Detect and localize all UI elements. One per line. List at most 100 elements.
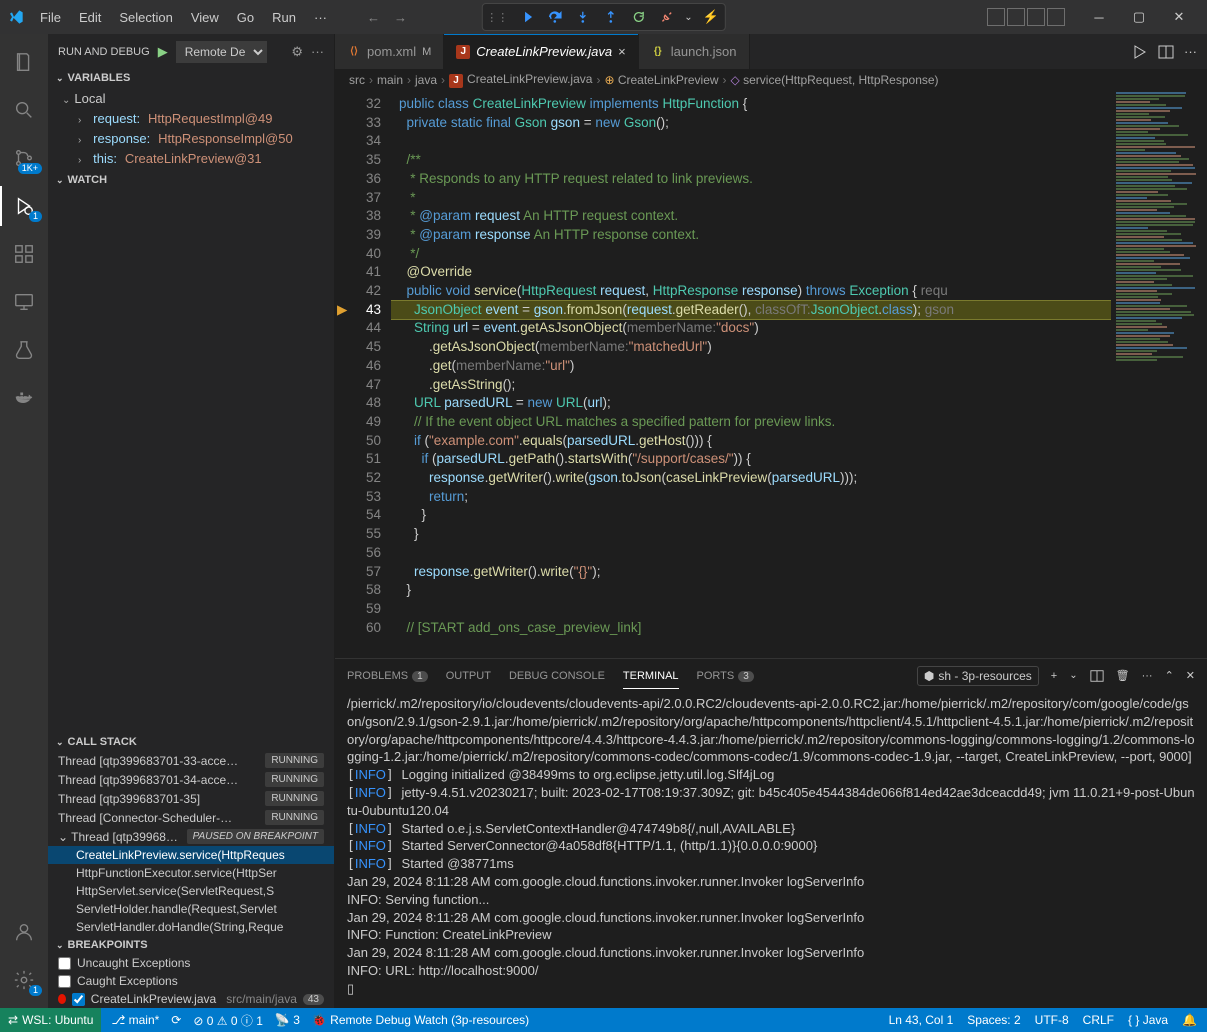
variable-row[interactable]: › this: CreateLinkPreview@31: [48, 149, 334, 169]
section-breakpoints[interactable]: ⌄BREAKPOINTS: [48, 936, 334, 954]
restart-icon[interactable]: [628, 7, 648, 27]
debug-status[interactable]: 🐞 Remote Debug Watch (3p-resources): [312, 1013, 529, 1027]
bp-caught[interactable]: Caught Exceptions: [48, 972, 334, 990]
panel-debug-console[interactable]: DEBUG CONSOLE: [509, 664, 605, 688]
encoding-indicator[interactable]: UTF-8: [1035, 1013, 1069, 1027]
drag-handle-icon[interactable]: ⋮⋮: [486, 11, 508, 24]
notifications-icon[interactable]: 🔔: [1182, 1013, 1197, 1027]
layout-right-icon[interactable]: [1027, 8, 1045, 26]
menu-run[interactable]: Run: [264, 6, 304, 29]
split-editor-icon[interactable]: [1158, 44, 1174, 60]
nav-back-icon[interactable]: ←: [363, 8, 384, 27]
language-indicator[interactable]: { } Java: [1128, 1013, 1168, 1027]
remote-explorer-icon[interactable]: [0, 282, 48, 322]
panel-terminal[interactable]: TERMINAL: [623, 664, 679, 688]
sidebar-more-icon[interactable]: ···: [311, 44, 324, 59]
stack-frame[interactable]: CreateLinkPreview.service(HttpReques: [48, 846, 334, 864]
run-file-icon[interactable]: [1132, 44, 1148, 60]
hot-reload-icon[interactable]: ⚡: [701, 7, 721, 27]
continue-icon[interactable]: [516, 7, 536, 27]
scope-local[interactable]: ⌄Local: [48, 89, 334, 109]
cursor-position[interactable]: Ln 43, Col 1: [889, 1013, 954, 1027]
section-callstack[interactable]: ⌄CALL STACK: [48, 733, 334, 751]
section-watch[interactable]: ⌄WATCH: [48, 171, 334, 189]
menu-edit[interactable]: Edit: [71, 6, 109, 29]
search-icon[interactable]: [0, 90, 48, 130]
step-over-icon[interactable]: [544, 7, 564, 27]
terminal-dropdown-icon[interactable]: ⌄: [1069, 670, 1077, 681]
panel-more-icon[interactable]: ···: [1142, 670, 1153, 682]
thread-row[interactable]: Thread [qtp399683701-34-acce…RUNNING: [48, 770, 334, 789]
minimap[interactable]: [1111, 91, 1207, 658]
problems-indicator[interactable]: ⊘ 0 ⚠ 0 ⓘ 1: [193, 1012, 263, 1029]
menu-go[interactable]: Go: [229, 6, 262, 29]
panel-problems[interactable]: PROBLEMS1: [347, 664, 428, 688]
nav-forward-icon[interactable]: →: [390, 8, 411, 27]
section-variables[interactable]: ⌄VARIABLES: [48, 69, 334, 87]
debug-dropdown-icon[interactable]: ⌄: [684, 12, 692, 23]
breadcrumb-item[interactable]: main: [377, 73, 403, 87]
menu-selection[interactable]: Selection: [111, 6, 180, 29]
debug-config-select[interactable]: Remote De: [176, 41, 267, 63]
breadcrumb-item[interactable]: JCreateLinkPreview.java: [449, 72, 592, 88]
new-terminal-icon[interactable]: +: [1051, 670, 1057, 682]
remote-indicator[interactable]: ⇄WSL: Ubuntu: [0, 1008, 101, 1032]
tab-createlinkpreview[interactable]: JCreateLinkPreview.java×: [444, 34, 638, 69]
menu-more[interactable]: ···: [306, 6, 335, 29]
tab-pom[interactable]: ⟨⟩pom.xmlM: [335, 34, 444, 69]
layout-bottom-icon[interactable]: [1007, 8, 1025, 26]
step-into-icon[interactable]: [572, 7, 592, 27]
split-terminal-icon[interactable]: [1090, 669, 1104, 683]
kill-terminal-icon[interactable]: 🗑: [1116, 669, 1130, 682]
config-gear-icon[interactable]: ⚙: [291, 44, 303, 60]
settings-gear-icon[interactable]: 1: [0, 960, 48, 1000]
panel-maximize-icon[interactable]: ⌃: [1165, 669, 1174, 682]
explorer-icon[interactable]: [0, 42, 48, 82]
panel-ports[interactable]: PORTS3: [697, 664, 754, 688]
extensions-icon[interactable]: [0, 234, 48, 274]
step-out-icon[interactable]: [600, 7, 620, 27]
stack-frame[interactable]: ServletHolder.handle(Request,Servlet: [48, 900, 334, 918]
menu-view[interactable]: View: [183, 6, 227, 29]
breadcrumb-item[interactable]: src: [349, 73, 365, 87]
eol-indicator[interactable]: CRLF: [1083, 1013, 1114, 1027]
indent-indicator[interactable]: Spaces: 2: [967, 1013, 1020, 1027]
close-icon[interactable]: ✕: [1159, 3, 1199, 31]
branch-indicator[interactable]: ⎇ main*: [111, 1013, 159, 1027]
source-control-icon[interactable]: 1K+: [0, 138, 48, 178]
stack-frame[interactable]: HttpServlet.service(ServletRequest,S: [48, 882, 334, 900]
breadcrumb-item[interactable]: ◇ service(HttpRequest, HttpResponse): [731, 73, 939, 87]
stack-frame[interactable]: ServletHandler.doHandle(String,Reque: [48, 918, 334, 936]
breadcrumbs[interactable]: src›main›java›JCreateLinkPreview.java›⊕ …: [335, 69, 1207, 91]
stack-frame[interactable]: HttpFunctionExecutor.service(HttpSer: [48, 864, 334, 882]
start-debug-icon[interactable]: ▶: [158, 44, 168, 60]
thread-row[interactable]: Thread [qtp399683701-33-acce…RUNNING: [48, 751, 334, 770]
thread-row[interactable]: Thread [qtp399683701-35]RUNNING: [48, 789, 334, 808]
thread-row[interactable]: ⌄ Thread [qtp39968…PAUSED ON BREAKPOINT: [48, 827, 334, 846]
account-icon[interactable]: [0, 912, 48, 952]
disconnect-icon[interactable]: [656, 7, 676, 27]
watch-empty[interactable]: [48, 189, 334, 733]
thread-row[interactable]: Thread [Connector-Scheduler-…RUNNING: [48, 808, 334, 827]
sync-indicator[interactable]: ⟳: [171, 1013, 181, 1027]
terminal-selector[interactable]: ⬢sh - 3p-resources: [917, 666, 1039, 686]
code-editor[interactable]: public class CreateLinkPreview implement…: [391, 91, 1111, 658]
docker-icon[interactable]: [0, 378, 48, 418]
variable-row[interactable]: › response: HttpResponseImpl@50: [48, 129, 334, 149]
maximize-icon[interactable]: ▢: [1119, 3, 1159, 31]
tab-launch[interactable]: {}launch.json: [639, 34, 750, 69]
menu-file[interactable]: File: [32, 6, 69, 29]
tab-more-icon[interactable]: ···: [1184, 44, 1197, 59]
ports-indicator[interactable]: 📡 3: [275, 1013, 300, 1027]
minimize-icon[interactable]: ─: [1079, 3, 1119, 31]
run-debug-icon[interactable]: 1: [0, 186, 48, 226]
layout-grid-icon[interactable]: [1047, 8, 1065, 26]
variable-row[interactable]: › request: HttpRequestImpl@49: [48, 109, 334, 129]
breadcrumb-item[interactable]: java: [415, 73, 437, 87]
debug-toolbar[interactable]: ⋮⋮ ⌄ ⚡: [481, 3, 725, 31]
terminal-output[interactable]: /pierrick/.m2/repository/io/cloudevents/…: [335, 692, 1207, 1008]
breadcrumb-item[interactable]: ⊕ CreateLinkPreview: [604, 73, 718, 87]
bp-file[interactable]: CreateLinkPreview.javasrc/main/java43: [48, 990, 334, 1008]
panel-output[interactable]: OUTPUT: [446, 664, 491, 688]
testing-icon[interactable]: [0, 330, 48, 370]
